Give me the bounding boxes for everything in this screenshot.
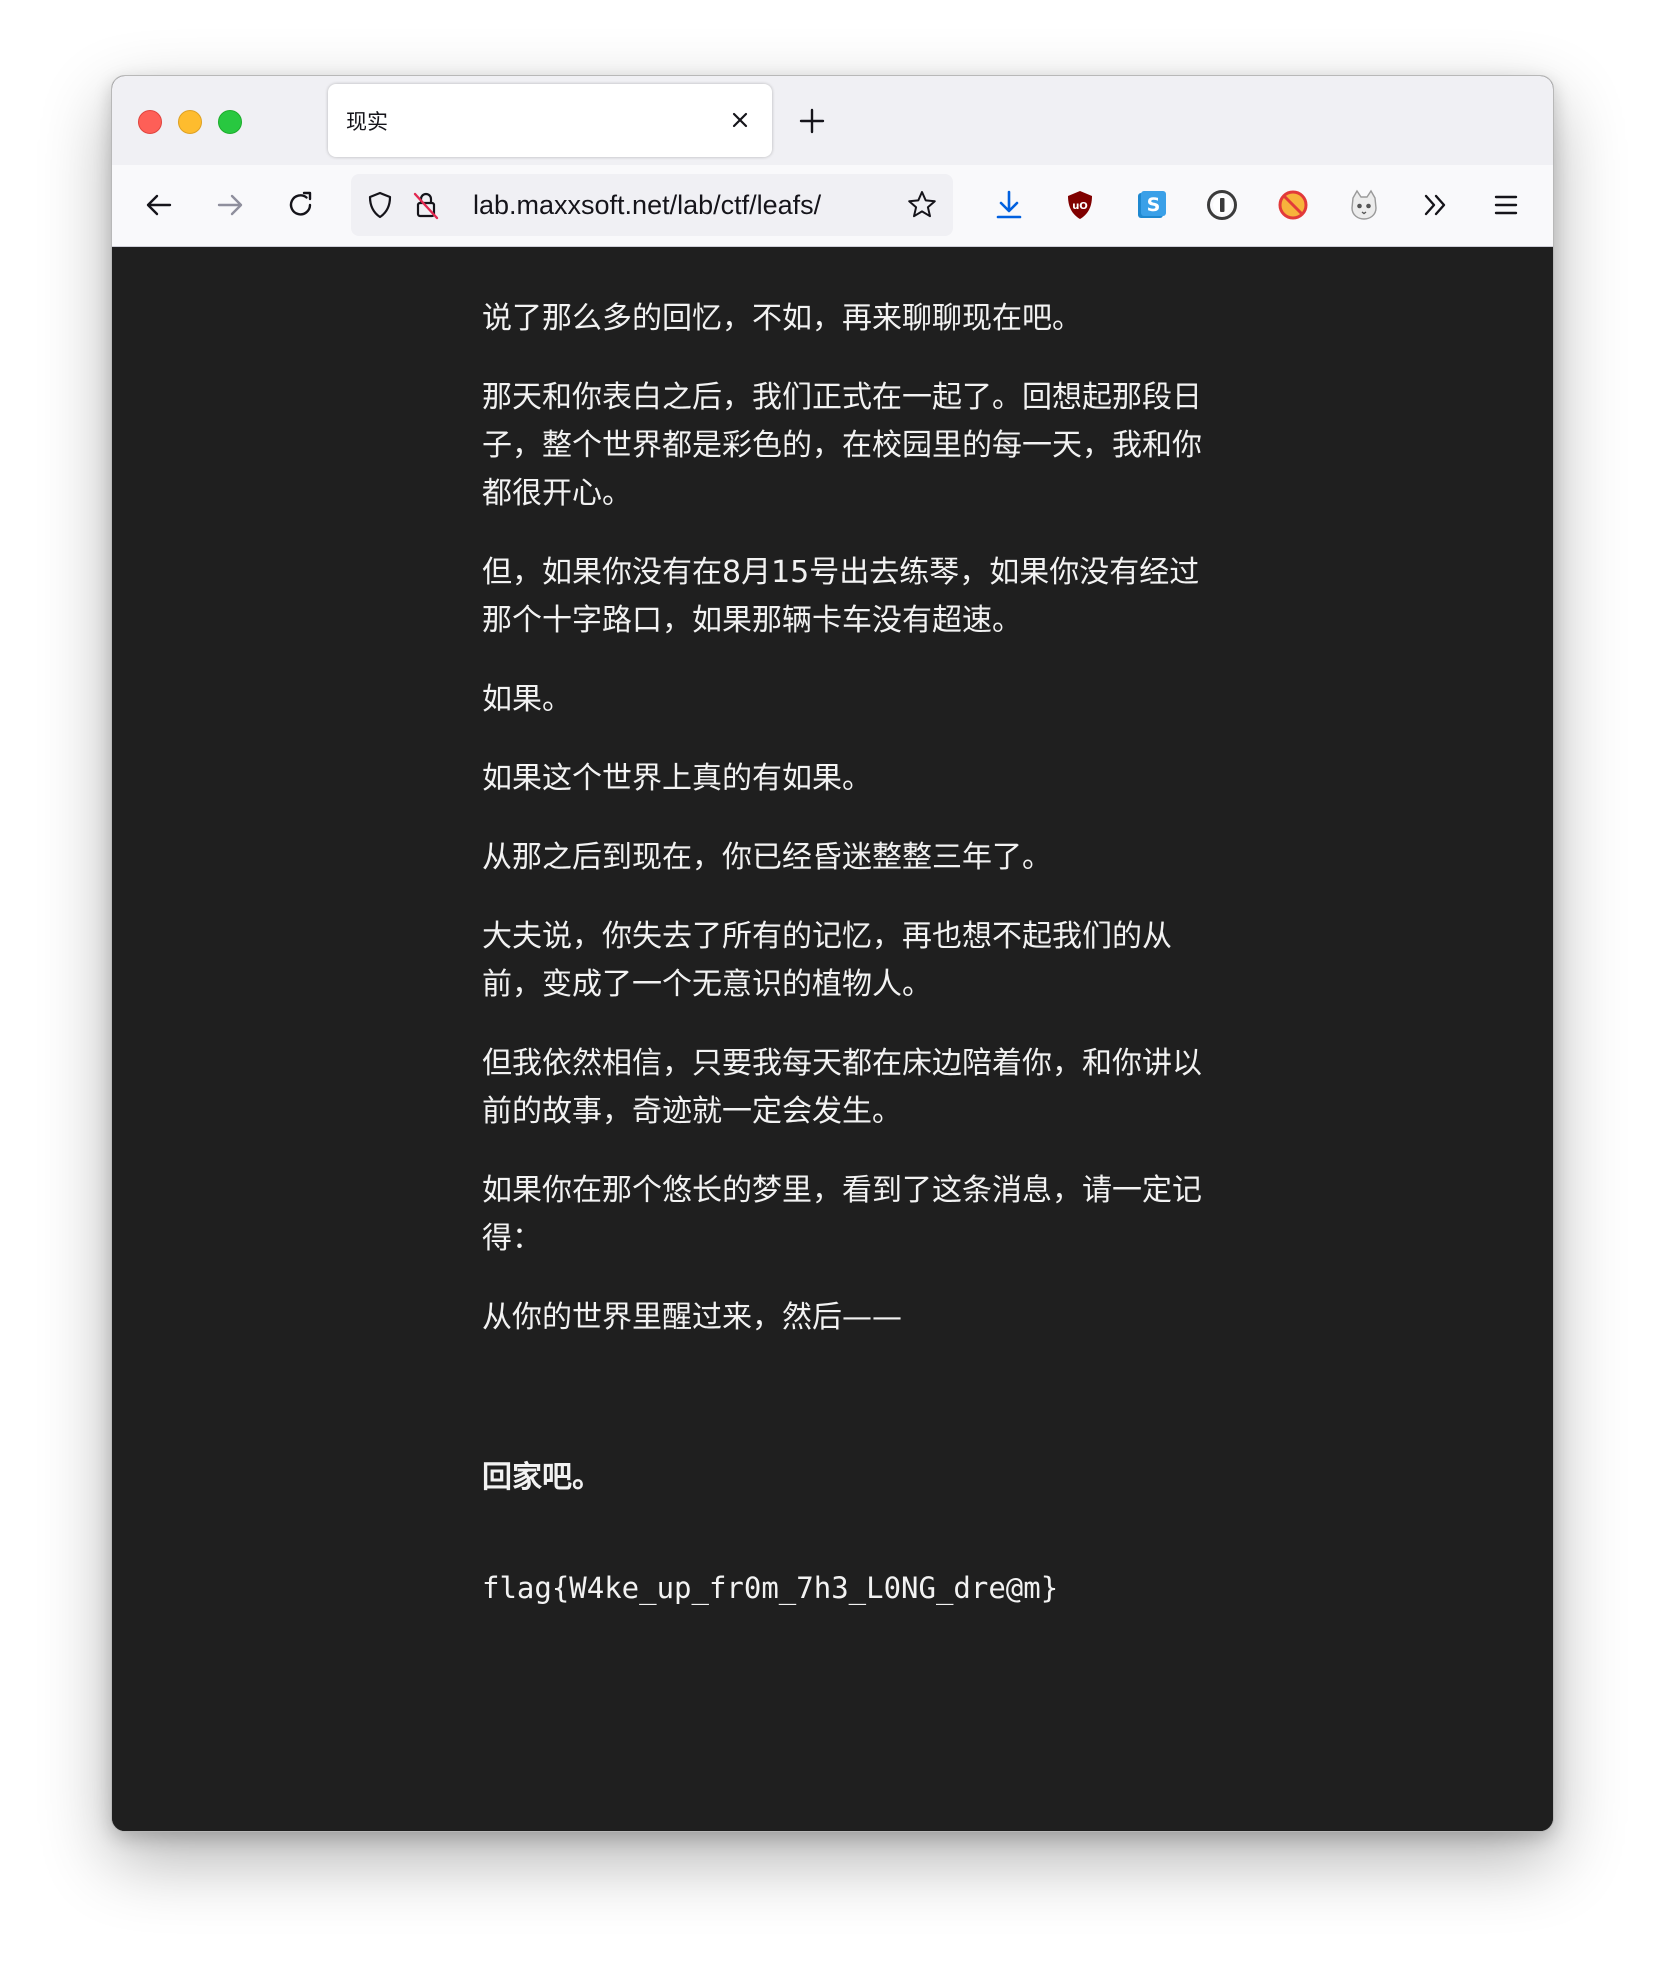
bookmark-star-icon[interactable] bbox=[905, 188, 939, 222]
minimize-window-button[interactable] bbox=[178, 110, 202, 134]
svg-text:uO: uO bbox=[1072, 201, 1088, 212]
story-text: 说了那么多的回忆，不如，再来聊聊现在吧。 那天和你表白之后，我们正式在一起了。回… bbox=[482, 295, 1202, 1533]
story-paragraph: 如果你在那个悠长的梦里，看到了这条消息，请一定记得： bbox=[482, 1173, 1202, 1256]
url-bar[interactable]: lab.maxxsoft.net/lab/ctf/leafs/ bbox=[351, 174, 953, 236]
reload-icon bbox=[289, 191, 312, 216]
back-button[interactable] bbox=[139, 185, 179, 225]
hamburger-menu-icon bbox=[1494, 195, 1518, 215]
close-icon[interactable] bbox=[726, 106, 754, 134]
flag-text: flag{W4ke_up_fr0m_7h3_L0NG_dre@m} bbox=[482, 1571, 1059, 1605]
shield-icon[interactable] bbox=[363, 188, 397, 222]
tab-active[interactable]: 现实 bbox=[328, 84, 772, 157]
cat-extension-button[interactable] bbox=[1344, 185, 1384, 225]
back-arrow-icon bbox=[146, 194, 172, 216]
svg-text:S: S bbox=[1147, 194, 1161, 216]
cat-extension-icon bbox=[1351, 189, 1377, 220]
story-paragraph: 说了那么多的回忆，不如，再来聊聊现在吧。 bbox=[482, 301, 1082, 336]
forward-button[interactable] bbox=[210, 185, 250, 225]
s-extension-icon: S bbox=[1138, 191, 1166, 218]
close-window-button[interactable] bbox=[138, 110, 162, 134]
reload-button[interactable] bbox=[281, 185, 321, 225]
navigation-toolbar: lab.maxxsoft.net/lab/ctf/leafs/ uO S bbox=[112, 165, 1553, 247]
page-content: 说了那么多的回忆，不如，再来聊聊现在吧。 那天和你表白之后，我们正式在一起了。回… bbox=[112, 247, 1553, 1831]
zoom-window-button[interactable] bbox=[218, 110, 242, 134]
story-paragraph: 大夫说，你失去了所有的记忆，再也想不起我们的从前，变成了一个无意识的植物人。 bbox=[482, 919, 1172, 1002]
ublock-origin-button[interactable]: uO bbox=[1060, 185, 1100, 225]
ublock-origin-icon: uO bbox=[1068, 191, 1092, 219]
final-line: 回家吧。 bbox=[482, 1460, 602, 1495]
insecure-lock-icon[interactable] bbox=[409, 188, 443, 222]
plus-icon bbox=[799, 108, 825, 134]
tab-title: 现实 bbox=[346, 110, 388, 134]
overflow-chevrons-icon bbox=[1424, 194, 1446, 216]
story-paragraph: 但，如果你没有在8月15号出去练琴，如果你没有经过那个十字路口，如果那辆卡车没有… bbox=[482, 555, 1200, 638]
app-menu-button[interactable] bbox=[1486, 185, 1526, 225]
url-text[interactable]: lab.maxxsoft.net/lab/ctf/leafs/ bbox=[473, 190, 821, 221]
story-paragraph: 从你的世界里醒过来，然后—— bbox=[482, 1300, 902, 1335]
story-paragraph: 但我依然相信，只要我每天都在床边陪着你，和你讲以前的故事，奇迹就一定会发生。 bbox=[482, 1046, 1202, 1129]
download-icon bbox=[996, 190, 1022, 219]
story-paragraph: 那天和你表白之后，我们正式在一起了。回想起那段日子，整个世界都是彩色的，在校园里… bbox=[482, 380, 1202, 511]
blocked-extension-button[interactable] bbox=[1273, 185, 1313, 225]
downloads-button[interactable] bbox=[989, 185, 1029, 225]
tab-strip: 现实 bbox=[112, 76, 1553, 165]
story-paragraph: 从那之后到现在，你已经昏迷整整三年了。 bbox=[482, 840, 1052, 875]
browser-window: 现实 lab.maxxsoft.net/lab/ctf/leafs/ uO S … bbox=[111, 75, 1554, 1832]
story-paragraph: 如果。 bbox=[482, 682, 572, 717]
1password-icon bbox=[1207, 190, 1237, 220]
overflow-menu-button[interactable] bbox=[1415, 185, 1455, 225]
1password-button[interactable] bbox=[1202, 185, 1242, 225]
forward-arrow-icon bbox=[217, 194, 243, 216]
new-tab-button[interactable] bbox=[795, 104, 829, 138]
s-extension-button[interactable]: S bbox=[1131, 185, 1171, 225]
story-paragraph: 如果这个世界上真的有如果。 bbox=[482, 761, 872, 796]
blocked-extension-icon bbox=[1278, 190, 1308, 220]
